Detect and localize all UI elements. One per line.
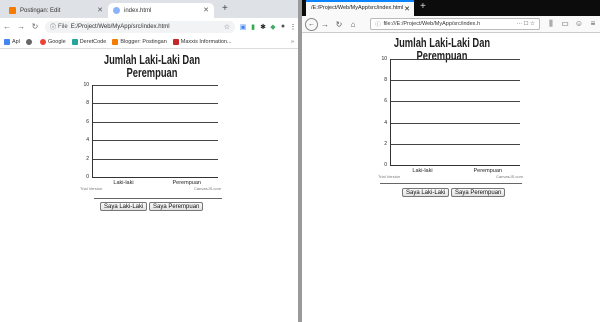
firefox-window: /E:/Project/Web/MyApp/src/index.html ✕ +… [302, 0, 600, 322]
bookmark-apps[interactable]: Apl [4, 38, 20, 45]
bookmark-deretcode[interactable]: DeretCode [71, 38, 106, 45]
omnibox-url: E:/Project/Web/MyApp/src/index.html [70, 23, 170, 30]
new-tab-button[interactable]: + [222, 3, 228, 14]
bookmark-blogger[interactable]: Blogger: Postingan [112, 38, 167, 45]
forward-icon[interactable]: → [14, 22, 28, 31]
profile-icon[interactable]: ● [278, 23, 288, 30]
tab-index[interactable]: index.html ✕ [108, 3, 214, 18]
globe-icon [113, 7, 120, 14]
gridline [92, 85, 218, 86]
y-tick-label: 10 [83, 82, 89, 88]
home-icon[interactable]: ⌂ [346, 20, 360, 29]
firefox-toolbar: ← → ↻ ⌂ ⓘ file:///E:/Project/Web/MyApp/s… [302, 16, 600, 33]
gridline [390, 80, 520, 82]
chrome-window: Postingan: Edit ✕ index.html ✕ + ← → ↻ ⓘ… [0, 0, 298, 322]
y-axis [92, 85, 93, 177]
y-axis [390, 59, 391, 165]
maxxis-icon [172, 38, 179, 45]
canvasjs-credit: CanvasJS.com [496, 174, 523, 179]
google-icon [39, 38, 46, 45]
url-bar[interactable]: ⓘ file:///E:/Project/Web/MyApp/src/index… [370, 18, 540, 30]
info-icon: ⓘ [375, 22, 381, 28]
x-tick-label: Laki-laki [113, 180, 134, 186]
forward-icon[interactable]: → [318, 20, 332, 29]
y-tick-label: 10 [381, 56, 387, 62]
close-icon[interactable]: ✕ [404, 5, 410, 13]
y-tick-label: 4 [86, 137, 89, 144]
chrome-toolbar: ← → ↻ ⓘ File E:/Project/Web/MyApp/src/in… [0, 18, 298, 35]
apps-icon [4, 38, 10, 45]
gridline [390, 101, 520, 103]
tab-title: Postingan: Edit [20, 7, 61, 14]
chrome-tab-bar: Postingan: Edit ✕ index.html ✕ + [0, 0, 298, 18]
canvasjs-credit: CanvasJS.com [194, 186, 221, 191]
divider [94, 198, 222, 199]
trial-version-label: Trial Version [378, 174, 401, 179]
close-icon[interactable]: ✕ [97, 6, 103, 14]
translate-icon[interactable]: ▣ [238, 23, 248, 31]
female-button[interactable]: Saya Perempuan [451, 188, 506, 197]
y-tick-label: 0 [86, 174, 89, 180]
male-button[interactable]: Saya Laki-Laki [100, 202, 148, 211]
info-icon: ⓘ [50, 25, 57, 31]
omnibox-label: File [58, 23, 68, 30]
blogger-icon [112, 38, 119, 45]
tab-postingan[interactable]: Postingan: Edit ✕ [4, 3, 108, 18]
globe-icon [25, 38, 32, 45]
blogger-icon [9, 7, 16, 14]
menu-icon[interactable]: ≡ [586, 19, 600, 29]
library-icon[interactable]: ⫼ [544, 19, 558, 29]
gridline [390, 59, 520, 60]
gridline [92, 158, 218, 160]
y-tick-label: 2 [86, 155, 89, 162]
stats-icon[interactable]: ▮ [248, 23, 258, 31]
y-tick-label: 6 [86, 118, 89, 125]
y-tick-label: 8 [86, 100, 89, 107]
bookmarks-more[interactable]: » [291, 39, 294, 45]
y-tick-label: 4 [384, 119, 387, 126]
close-icon[interactable]: ✕ [203, 6, 209, 14]
bookmark-globe[interactable] [25, 38, 34, 45]
gridline [92, 121, 218, 123]
sidebar-icon[interactable]: ▭ [558, 19, 572, 29]
gridline [390, 165, 520, 166]
divider [380, 183, 522, 184]
y-tick-label: 2 [384, 140, 387, 147]
chart-title: Jumlah Laki-Laki Dan Perempuan [103, 52, 201, 80]
y-tick-label: 6 [384, 98, 387, 105]
tab-title: index.html [124, 7, 152, 14]
omnibox[interactable]: ⓘ File E:/Project/Web/MyApp/src/index.ht… [45, 20, 235, 33]
y-tick-label: 0 [384, 162, 387, 168]
shield-icon[interactable]: ◆ [268, 23, 278, 31]
account-icon[interactable]: ☺ [572, 19, 586, 29]
bookmarks-bar: Apl Google DeretCode Blogger: Postingan … [0, 35, 298, 49]
male-button[interactable]: Saya Laki-Laki [402, 188, 450, 197]
gridline [390, 122, 520, 124]
new-tab-button[interactable]: + [420, 1, 426, 12]
gridline [390, 143, 520, 145]
star-icon[interactable]: ☆ [224, 23, 230, 31]
tab-index[interactable]: /E:/Project/Web/MyApp/src/index.html ✕ [306, 0, 414, 16]
tab-title: /E:/Project/Web/MyApp/src/index.html [311, 5, 404, 11]
trial-version-label: Trial Version [80, 186, 103, 191]
bookmark-google[interactable]: Google [39, 38, 66, 45]
x-tick-label: Laki-laki [412, 168, 433, 174]
deretcode-icon [71, 38, 78, 45]
back-icon[interactable]: ← [305, 17, 318, 31]
gridline [92, 103, 218, 105]
gridline [92, 177, 218, 178]
firefox-tab-bar: /E:/Project/Web/MyApp/src/index.html ✕ + [302, 0, 600, 16]
extensions-icon[interactable]: ✱ [258, 23, 268, 31]
back-icon[interactable]: ← [0, 22, 14, 31]
gridline [92, 140, 218, 142]
menu-icon[interactable]: ⋮ [288, 23, 298, 31]
reload-icon[interactable]: ↻ [28, 22, 42, 31]
url-text: file:///E:/Project/Web/MyApp/src/index.h [383, 21, 481, 27]
bookmark-maxxis[interactable]: Maxxis Information... [172, 38, 232, 45]
female-button[interactable]: Saya Perempuan [149, 202, 204, 211]
page-actions-icon[interactable]: ··· ☐ ☆ [517, 21, 535, 27]
y-tick-label: 8 [384, 77, 387, 84]
reload-icon[interactable]: ↻ [332, 20, 346, 29]
